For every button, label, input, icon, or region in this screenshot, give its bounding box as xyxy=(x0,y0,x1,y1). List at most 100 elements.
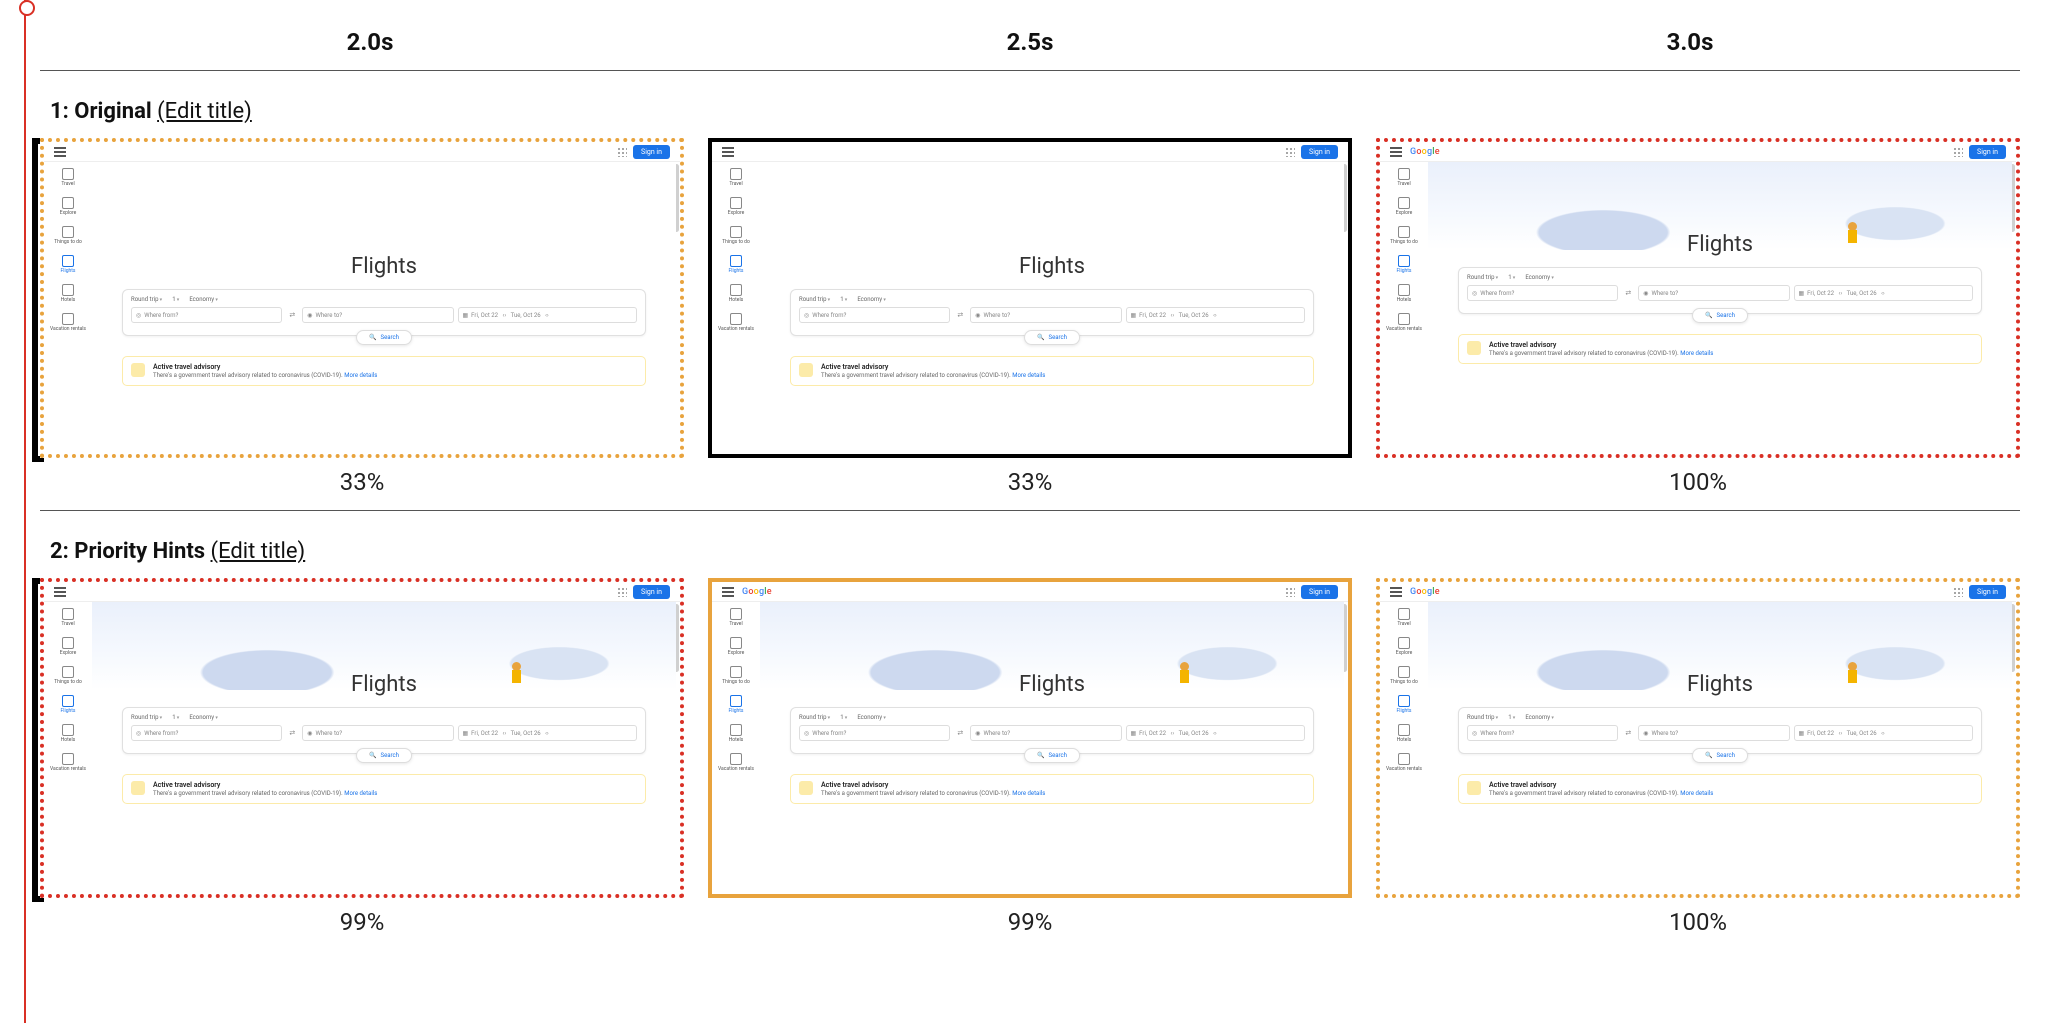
completeness-percent: 100% xyxy=(1669,908,1727,936)
swap-icon: ⇄ xyxy=(1622,725,1634,741)
sidebar-item: Hotels xyxy=(61,284,76,303)
sidebar-item: Flights xyxy=(61,695,76,714)
edit-title-link[interactable]: (Edit title) xyxy=(157,99,252,124)
page-heading: Flights xyxy=(760,254,1344,279)
flights-thumbnail: Google Sign in TravelExploreThings to do… xyxy=(1380,582,2016,894)
page-heading: Flights xyxy=(760,672,1344,697)
search-button: 🔍 Search xyxy=(1024,748,1080,763)
sign-in-button: Sign in xyxy=(1301,145,1338,159)
search-button: 🔍 Search xyxy=(1024,330,1080,345)
advisory-more-link: More details xyxy=(344,790,377,797)
flights-sidebar: TravelExploreThings to doFlightsHotelsVa… xyxy=(48,608,88,772)
advisory-banner: Active travel advisory There's a governm… xyxy=(790,356,1314,386)
warning-icon xyxy=(799,363,813,377)
from-field: ◎ Where from? xyxy=(799,725,950,741)
google-logo: Google xyxy=(1410,147,1440,157)
date-field: ▦ Fri, Oct 22 ‹› Tue, Oct 26 ‹› xyxy=(1126,725,1306,741)
trip-options: Round trip 1 Economy xyxy=(1467,274,1973,281)
from-field: ◎ Where from? xyxy=(131,725,282,741)
advisory-banner: Active travel advisory There's a governm… xyxy=(1458,774,1982,804)
apps-grid-icon xyxy=(1285,147,1295,157)
sidebar-item: Travel xyxy=(1397,608,1410,627)
page-heading: Flights xyxy=(92,254,676,279)
advisory-banner: Active travel advisory There's a governm… xyxy=(122,774,646,804)
from-field: ◎ Where from? xyxy=(799,307,950,323)
page-heading: Flights xyxy=(1428,232,2012,257)
to-field: ◉ Where to? xyxy=(970,307,1121,323)
flights-thumbnail: Google Sign in TravelExploreThings to do… xyxy=(712,582,1348,894)
swap-icon: ⇄ xyxy=(1622,285,1634,301)
to-field: ◉ Where to? xyxy=(970,725,1121,741)
time-col-2: 3.0s xyxy=(1360,28,2020,56)
to-field: ◉ Where to? xyxy=(1638,285,1789,301)
sidebar-item: Explore xyxy=(60,637,77,656)
page-heading: Flights xyxy=(1428,672,2012,697)
flights-thumbnail: Sign in TravelExploreThings to doFlights… xyxy=(712,142,1348,454)
from-field: ◎ Where from? xyxy=(131,307,282,323)
sidebar-item: Vacation rentals xyxy=(718,313,754,332)
sidebar-item: Flights xyxy=(1397,255,1412,274)
from-field: ◎ Where from? xyxy=(1467,725,1618,741)
advisory-banner: Active travel advisory There's a governm… xyxy=(790,774,1314,804)
swap-icon: ⇄ xyxy=(954,725,966,741)
filmstrip-frame[interactable]: Sign in Travel Explore Things to do Flights… xyxy=(40,578,684,936)
sidebar-item: Vacation rentals xyxy=(50,753,86,772)
search-button: 🔍 Search xyxy=(356,748,412,763)
sign-in-button: Sign in xyxy=(1969,145,2006,159)
sidebar-item: Vacation rentals xyxy=(718,753,754,772)
advisory-banner: Active travel advisory There's a governm… xyxy=(122,356,646,386)
flights-sidebar: TravelExploreThings to doFlightsHotelsVa… xyxy=(716,608,756,772)
flights-sidebar: TravelExploreThings to doFlightsHotelsVa… xyxy=(48,168,88,332)
time-col-1: 2.5s xyxy=(700,28,1360,56)
flights-thumbnail: Google Sign in TravelExploreThings to do… xyxy=(1380,142,2016,454)
sidebar-item: Flights xyxy=(729,255,744,274)
search-card: Round trip 1 Economy ◎ Where from? ⇄ ◉ W… xyxy=(122,289,646,336)
filmstrip-frame[interactable]: Sign in TravelExploreThings to doFlights… xyxy=(708,138,1352,496)
trip-options: Round trip 1 Economy xyxy=(799,714,1305,721)
sidebar-item: Hotels xyxy=(1397,284,1412,303)
filmstrip-frame[interactable]: Google Sign in TravelExploreThings to do… xyxy=(708,578,1352,936)
menu-icon xyxy=(722,587,734,597)
sign-in-button: Sign in xyxy=(1301,585,1338,599)
sidebar-item: Flights xyxy=(61,255,76,274)
run-title: 1: Original (Edit title) xyxy=(40,99,2020,138)
apps-grid-icon xyxy=(1285,587,1295,597)
completeness-percent: 33% xyxy=(340,468,385,496)
trip-options: Round trip 1 Economy xyxy=(799,296,1305,303)
timeline-marker xyxy=(24,0,26,1023)
flights-thumbnail: Sign in Travel Explore Things to do Flights… xyxy=(44,582,680,894)
sidebar-item: Explore xyxy=(1396,197,1413,216)
sidebar-item: Travel xyxy=(729,608,742,627)
menu-icon xyxy=(1390,147,1402,157)
swap-icon: ⇄ xyxy=(286,725,298,741)
edit-title-link[interactable]: (Edit title) xyxy=(211,539,306,564)
date-field: ▦ Fri, Oct 22 ‹› Tue, Oct 26 ‹› xyxy=(1126,307,1306,323)
completeness-percent: 33% xyxy=(1008,468,1053,496)
sidebar-item: Things to do xyxy=(54,666,82,685)
warning-icon xyxy=(1467,781,1481,795)
warning-icon xyxy=(131,781,145,795)
menu-icon xyxy=(1390,587,1402,597)
sidebar-item: Flights xyxy=(729,695,744,714)
sidebar-item: Vacation rentals xyxy=(50,313,86,332)
sign-in-button: Sign in xyxy=(633,145,670,159)
filmstrip-frame[interactable]: Sign in TravelExploreThings to doFlights… xyxy=(40,138,684,496)
apps-grid-icon xyxy=(1953,147,1963,157)
to-field: ◉ Where to? xyxy=(1638,725,1789,741)
advisory-more-link: More details xyxy=(1012,790,1045,797)
sidebar-item: Things to do xyxy=(722,226,750,245)
sidebar-item: Travel xyxy=(61,608,74,627)
filmstrip-frame[interactable]: Google Sign in TravelExploreThings to do… xyxy=(1376,578,2020,936)
apps-grid-icon xyxy=(617,587,627,597)
apps-grid-icon xyxy=(617,147,627,157)
google-logo: Google xyxy=(1410,587,1440,597)
date-field: ▦ Fri, Oct 22 ‹› Tue, Oct 26 ‹› xyxy=(458,307,638,323)
sign-in-button: Sign in xyxy=(633,585,670,599)
flights-sidebar: TravelExploreThings to doFlightsHotelsVa… xyxy=(1384,168,1424,332)
sign-in-button: Sign in xyxy=(1969,585,2006,599)
trip-options: Round trip 1 Economy xyxy=(131,714,637,721)
menu-icon xyxy=(54,587,66,597)
filmstrip-frame[interactable]: Google Sign in TravelExploreThings to do… xyxy=(1376,138,2020,496)
sidebar-item: Things to do xyxy=(722,666,750,685)
completeness-percent: 99% xyxy=(340,908,385,936)
